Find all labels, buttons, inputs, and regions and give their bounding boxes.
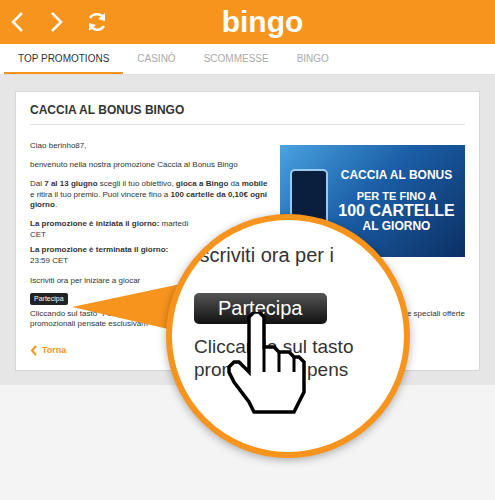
tab[interactable]: SCOMMESSE xyxy=(190,44,283,74)
banner-text: CACCIA AL BONUSPER TE FINO A100 CARTELLE… xyxy=(328,169,465,233)
greeting: Ciao berinho87, xyxy=(30,141,268,152)
welcome-text: benvenuto nella nostra promozione Caccia… xyxy=(30,160,268,171)
back-chevron-icon xyxy=(30,345,38,356)
description: Dal 7 al 13 giugno scegli il tuo obietti… xyxy=(30,179,268,211)
bingo-app: bingoTOP PROMOTIONSCASINÒSCOMMESSEBINGOC… xyxy=(0,0,495,500)
forward-chevron-icon[interactable] xyxy=(48,11,64,33)
tab[interactable]: CASINÒ xyxy=(123,44,189,74)
tab[interactable]: TOP PROMOTIONS xyxy=(4,44,123,74)
top-bar: bingo xyxy=(0,0,495,44)
back-chevron-icon[interactable] xyxy=(10,11,26,33)
logo: bingo xyxy=(192,7,304,37)
magnified-cta: Iscriviti ora per i xyxy=(194,244,334,267)
refresh-icon[interactable] xyxy=(86,11,108,33)
nav-icons xyxy=(10,11,192,33)
tab-bar: TOP PROMOTIONSCASINÒSCOMMESSEBINGO xyxy=(0,44,495,75)
promo-title: CACCIA AL BONUS BINGO xyxy=(30,102,465,125)
magnifier: Iscriviti ora per iPartecipaCliccando su… xyxy=(166,214,410,458)
partecipa-button[interactable]: Partecipa xyxy=(30,293,68,304)
hand-cursor-icon xyxy=(224,312,309,417)
tab[interactable]: BINGO xyxy=(283,44,343,74)
